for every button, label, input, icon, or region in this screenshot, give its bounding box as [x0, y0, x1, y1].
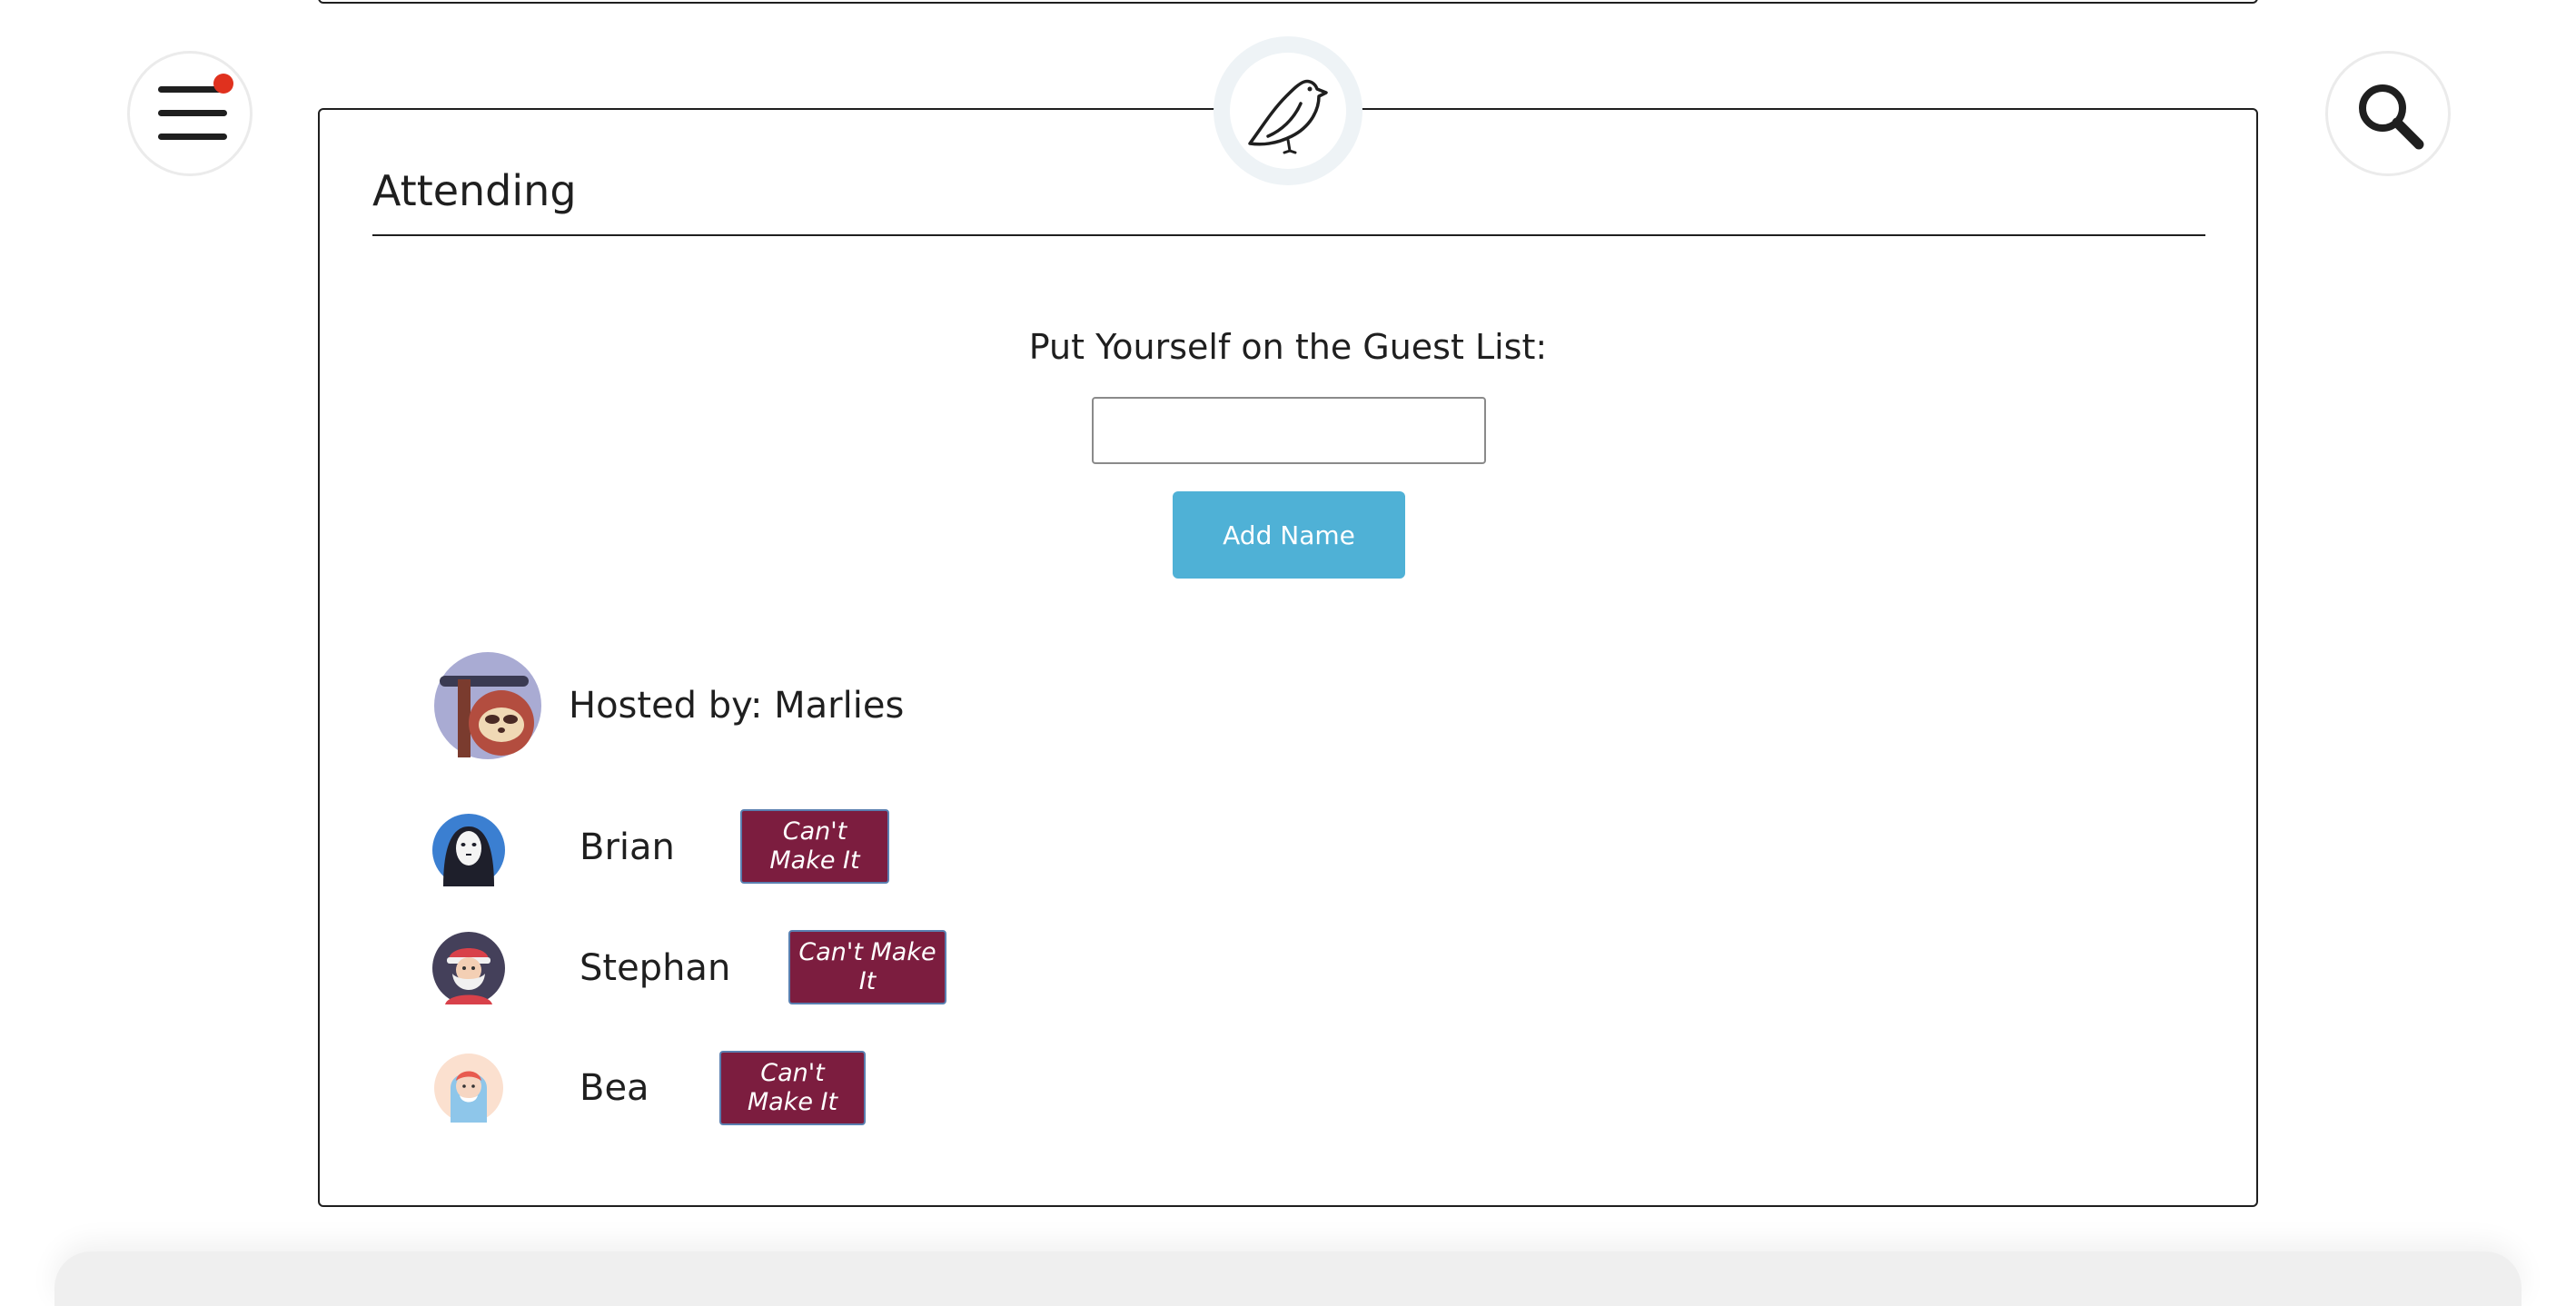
santa-avatar-icon	[432, 932, 505, 1004]
search-icon	[2359, 84, 2424, 150]
cant-make-it-button[interactable]: Can't Make It	[788, 930, 946, 1004]
notification-dot	[213, 74, 233, 94]
guest-name: Brian	[580, 826, 675, 868]
bird-icon	[1248, 79, 1328, 154]
guest-name: Bea	[580, 1067, 649, 1109]
no-face-avatar-icon	[432, 814, 505, 886]
previous-card-edge	[318, 0, 2258, 4]
host-label: Hosted by: Marlies	[569, 685, 905, 727]
add-name-button[interactable]: Add Name	[1173, 491, 1405, 579]
bottom-bar	[54, 1252, 2522, 1306]
hamburger-icon	[158, 86, 227, 141]
attending-card	[318, 108, 2258, 1207]
section-title: Attending	[372, 166, 577, 215]
guest-name-input[interactable]	[1092, 397, 1486, 464]
section-divider	[372, 234, 2205, 236]
girl-avatar-icon	[434, 1054, 503, 1123]
menu-button[interactable]	[127, 51, 253, 176]
cant-make-it-button[interactable]: Can't Make It	[719, 1051, 866, 1125]
search-button[interactable]	[2325, 51, 2451, 176]
sloth-avatar-icon	[434, 652, 541, 759]
cant-make-it-button[interactable]: Can't Make It	[740, 809, 889, 884]
logo-badge	[1214, 36, 1362, 185]
guest-list-label: Put Yourself on the Guest List:	[1028, 327, 1548, 367]
guest-name: Stephan	[580, 947, 731, 989]
